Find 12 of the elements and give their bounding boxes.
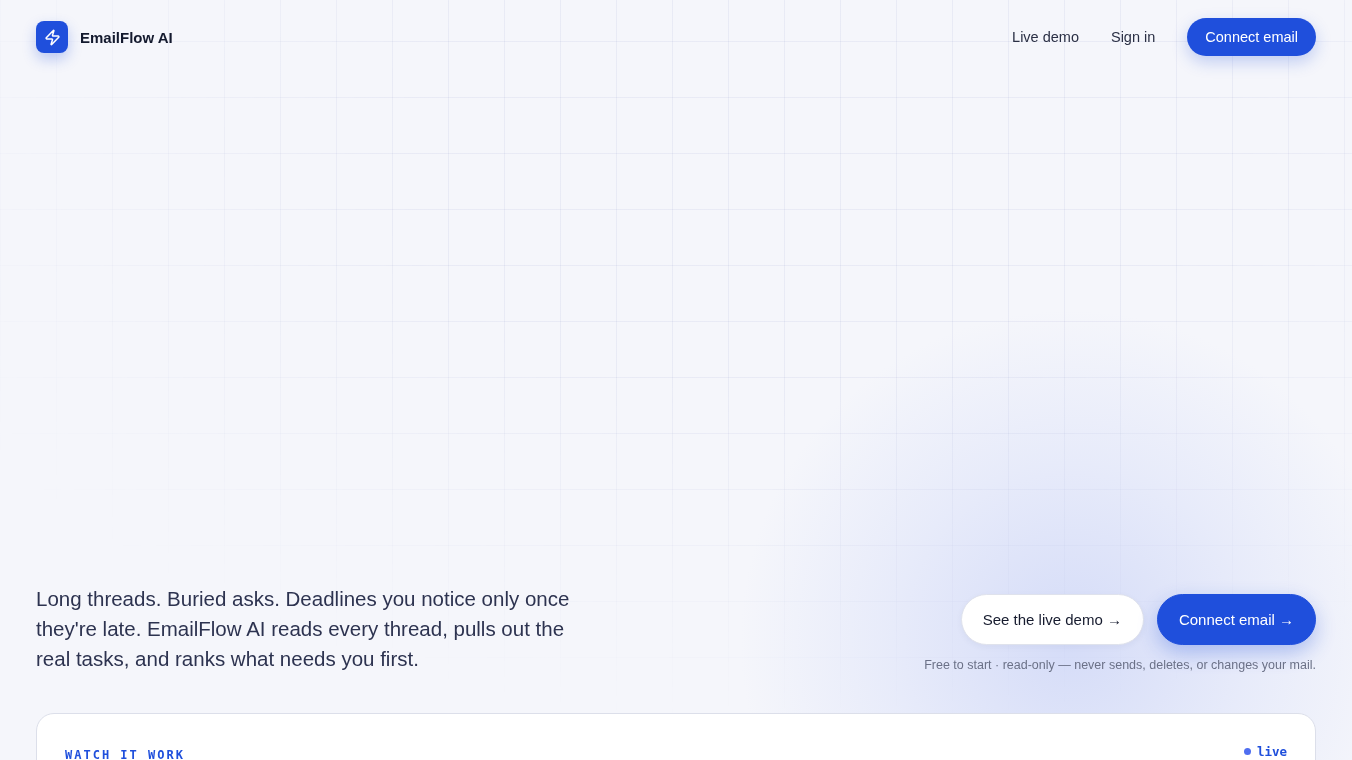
hero-description: Long threads. Buried asks. Deadlines you notice only once they're late. EmailFlow AI reads every thread, pulls out the real tasks, and ranks what needs you first.: [36, 586, 571, 672]
status-label: live: [1256, 744, 1287, 759]
lightning-bolt-icon: [36, 21, 68, 53]
connect-email-button[interactable]: Connect email: [1187, 18, 1316, 56]
connect-email-button[interactable]: Connect email →: [1156, 594, 1316, 645]
nav-link[interactable]: Sign in: [1110, 29, 1156, 45]
status-dot-icon: [1243, 748, 1251, 755]
card-eyebrow: WATCH IT WORK: [65, 748, 185, 760]
brand-name: EmailFlow AI: [80, 28, 173, 46]
nav-link[interactable]: Live demo: [1012, 29, 1079, 45]
live-demo-button[interactable]: See the live demo →: [960, 594, 1144, 645]
hero-note: Free to start · read-only — never sends, deletes, or changes your mail.: [924, 658, 1316, 672]
